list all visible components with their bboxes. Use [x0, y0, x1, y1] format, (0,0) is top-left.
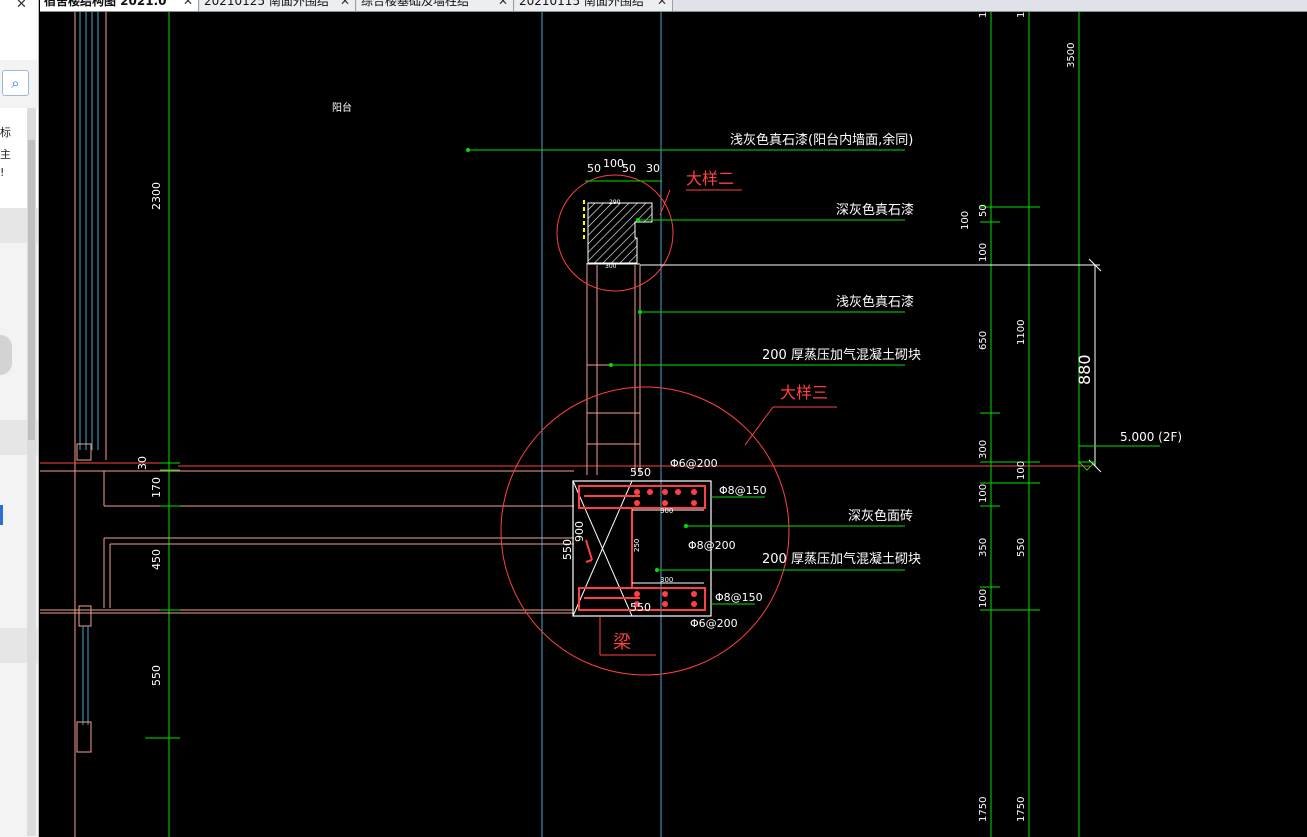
parapet-wall: [586, 265, 641, 475]
side-panel-handle[interactable]: [0, 335, 12, 375]
rebar-label-5: Φ6@200: [690, 617, 738, 630]
balcony-label: 阳台: [332, 101, 352, 114]
dim-top-100: 100: [603, 157, 624, 170]
cad-drawing-canvas[interactable]: 阳台 浅灰色真石漆(阳台内墙面,余同) 深灰色真石漆 浅灰色真石漆 200 厚蒸…: [40, 12, 1307, 837]
dim-right-3500: 3500: [1066, 43, 1077, 68]
dim-coping-300: 300: [605, 263, 617, 270]
side-panel-header: ✕: [0, 0, 38, 60]
grid-lines: [168, 12, 1080, 837]
dim-left-550: 550: [150, 665, 163, 686]
side-panel-text-2: 主: [0, 148, 11, 161]
detail-2-label: 大样二: [686, 169, 734, 188]
annotation-block-200-top: 200 厚蒸压加气混凝土砌块: [762, 347, 921, 363]
tab-label: 20210125 南面外围结: [204, 0, 329, 8]
tab-label: 宿舍楼结构图 2021.0: [44, 0, 167, 8]
tab-structure-drawing[interactable]: 宿舍楼结构图 2021.0 ✕: [40, 0, 199, 11]
dim-right-650: 650: [978, 331, 989, 350]
coping-section: [583, 200, 653, 265]
rebar-label-3: Φ8@200: [688, 539, 736, 552]
close-icon[interactable]: ✕: [657, 0, 667, 8]
detail-3-label: 大样三: [780, 383, 828, 402]
detail-circles: [500, 174, 837, 676]
tab-label: 综合楼基础及墙柱结: [361, 0, 470, 8]
search-icon[interactable]: ⌕: [2, 70, 29, 96]
tab-complex-foundation[interactable]: 综合楼基础及墙柱结 ✕: [357, 0, 514, 11]
dim-section-550-top: 550: [630, 466, 651, 479]
dim-880: 880: [1075, 354, 1094, 385]
dim-top-50b: 50: [622, 162, 636, 175]
dim-right-50: 50: [978, 204, 989, 217]
annotation-block-200-bottom: 200 厚蒸压加气混凝土砌块: [762, 551, 921, 567]
dim-right-b-550: 550: [1016, 538, 1027, 557]
side-panel-scroll-thumb[interactable]: [28, 140, 35, 440]
dim-right-300: 300: [978, 440, 989, 459]
close-icon[interactable]: ✕: [16, 0, 27, 12]
dim-right-100-d: 100: [978, 589, 989, 608]
drawing-text: 阳台 浅灰色真石漆(阳台内墙面,余同) 深灰色真石漆 浅灰色真石漆 200 厚蒸…: [136, 12, 1182, 822]
tab-label: 20210115 南面外围结: [519, 0, 644, 8]
dim-right-b-1a: 1: [978, 12, 989, 18]
side-panel-text-1: 标: [0, 126, 11, 139]
dim-right-b-1b: 1: [1016, 12, 1027, 18]
dim-right-1100: 1100: [1016, 320, 1027, 345]
rebar-label-2: Φ8@150: [719, 484, 767, 497]
leader-lines: [468, 149, 905, 605]
tab-south-exterior-2[interactable]: 20210115 南面外围结 ✕: [515, 0, 673, 11]
dim-right-1750-b: 1750: [1016, 797, 1027, 822]
side-panel-indicator: [0, 505, 3, 525]
dim-right-100-c: 100: [978, 484, 989, 503]
document-tab-bar: 宿舍楼结构图 2021.0 ✕ 20210125 南面外围结 ✕ 综合楼基础及墙…: [40, 0, 1307, 12]
side-panel-text-3: !: [0, 166, 5, 179]
dim-section-550-bottom: 550: [630, 601, 651, 614]
dim-left-450: 450: [150, 549, 163, 570]
rebar-label-1: Φ6@200: [670, 457, 718, 470]
dim-section-250: 250: [633, 539, 641, 552]
dim-left-2300: 2300: [150, 182, 163, 210]
dim-top-50a: 50: [587, 162, 601, 175]
annotation-light-gray-stone-inner: 浅灰色真石漆(阳台内墙面,余同): [730, 132, 913, 148]
annotation-dark-gray-stone: 深灰色真石漆: [836, 202, 914, 218]
dim-top-30: 30: [646, 162, 660, 175]
side-panel: ✕ ⌕ 标 主 !: [0, 0, 39, 837]
dim-right-350: 350: [978, 538, 989, 557]
right-dimension-chain: [980, 206, 1040, 611]
elevation-label: 5.000 (2F): [1120, 430, 1182, 444]
annotation-light-gray-stone: 浅灰色真石漆: [836, 294, 914, 310]
dim-right-1750-a: 1750: [978, 797, 989, 822]
close-icon[interactable]: ✕: [183, 0, 193, 8]
dim-right-b-100: 100: [1016, 461, 1027, 480]
dim-left-30: 30: [136, 456, 149, 470]
dim-right-100-a: 100: [960, 211, 971, 230]
close-icon[interactable]: ✕: [498, 0, 508, 8]
tab-south-exterior-1[interactable]: 20210125 南面外围结 ✕: [200, 0, 356, 11]
beam-label: 梁: [613, 632, 631, 653]
dim-right-100-b: 100: [978, 243, 989, 262]
dim-section-300-b: 300: [660, 576, 673, 584]
dim-left-170: 170: [150, 477, 163, 498]
dim-section-300-a: 300: [660, 507, 673, 515]
close-icon[interactable]: ✕: [340, 0, 350, 8]
left-wall-elevation: [40, 12, 1090, 837]
rebar-label-4: Φ8@150: [715, 591, 763, 604]
dim-coping-290: 290: [609, 199, 621, 206]
annotation-dark-gray-tile: 深灰色面砖: [848, 508, 913, 524]
dim-section-900: 900: [573, 521, 586, 542]
left-dimension-chain: [145, 462, 180, 739]
